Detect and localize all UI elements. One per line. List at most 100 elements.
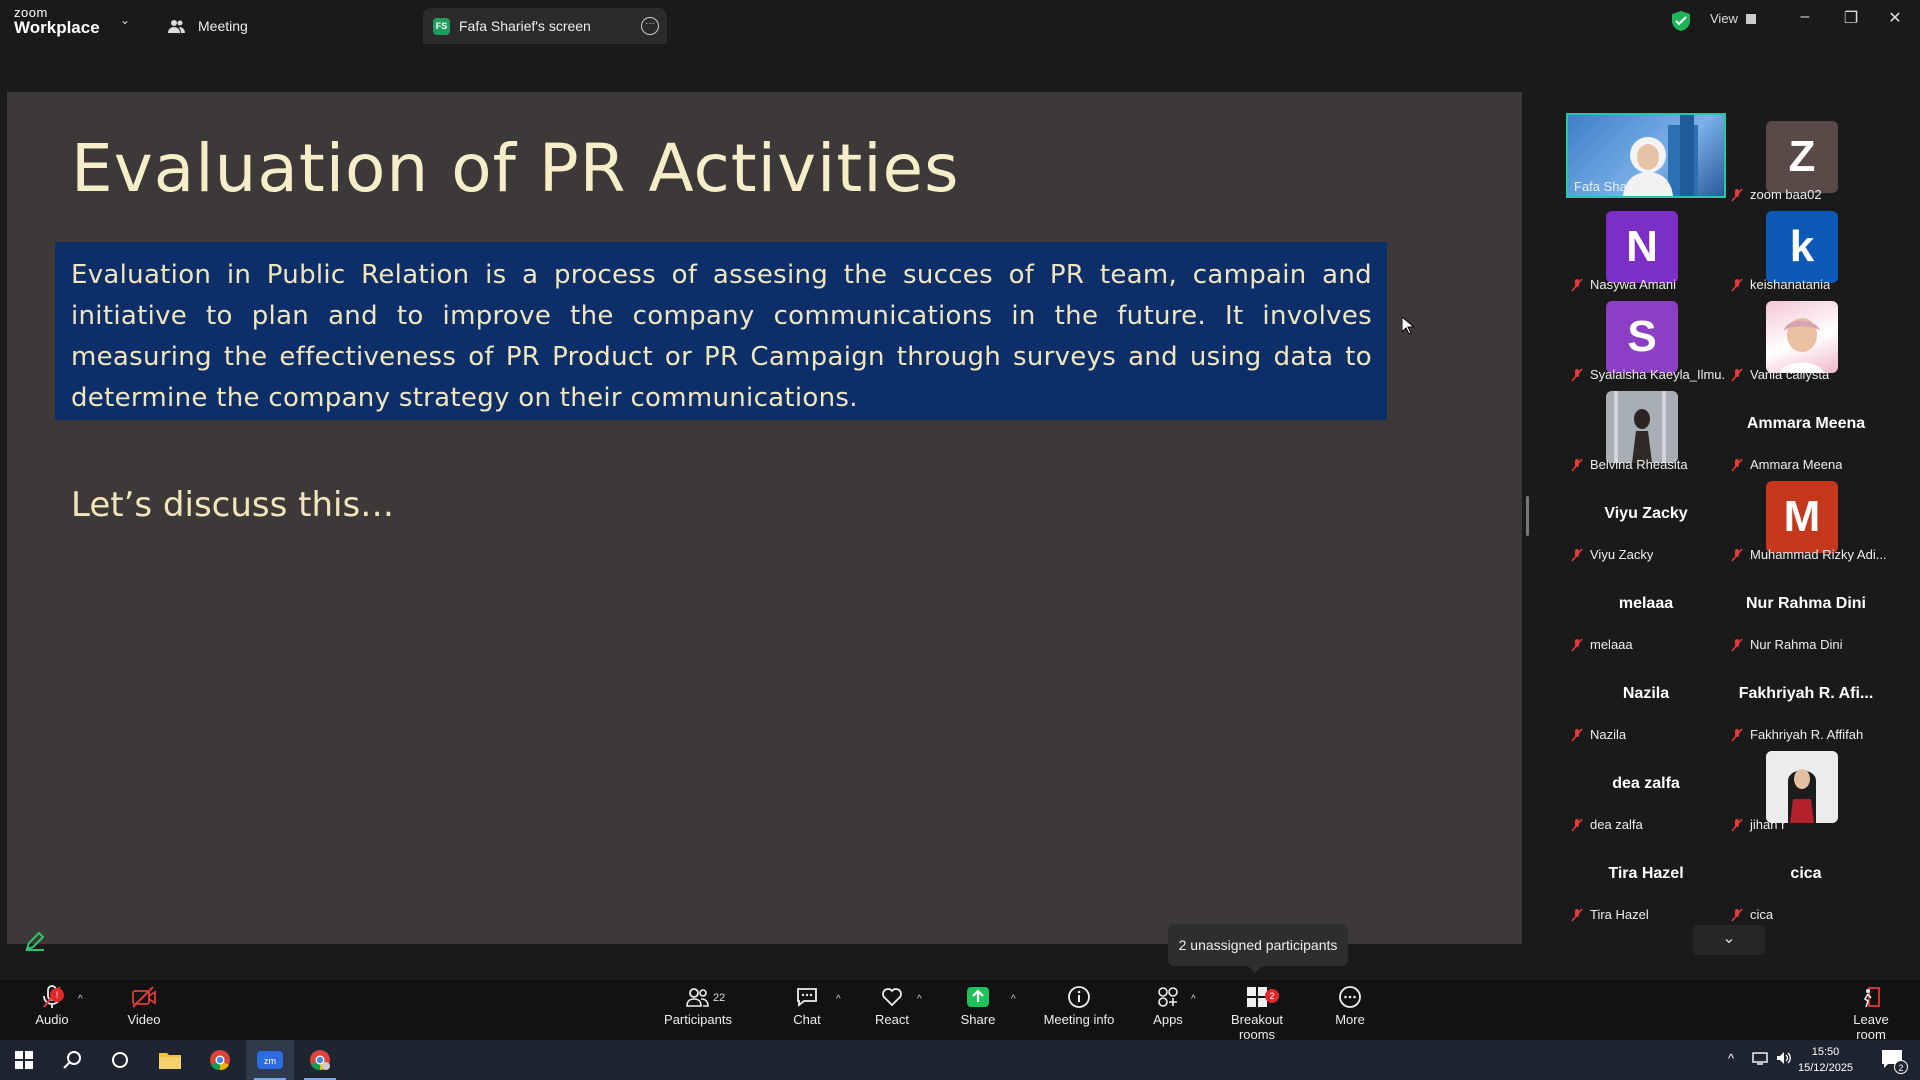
participant-tile[interactable]: Nazila Nazila	[1566, 653, 1726, 742]
participant-display-name: Viyu Zacky	[1604, 505, 1688, 522]
participant-tile[interactable]: N Nasywa Amani	[1566, 203, 1726, 292]
participant-tile[interactable]: Nur Rahma Dini Nur Rahma Dini	[1726, 563, 1886, 652]
participant-display-name: Tira Hazel	[1608, 865, 1684, 882]
annotate-pen-icon[interactable]	[24, 930, 46, 952]
tab-shared-screen[interactable]: FS Fafa Sharief's screen ···	[423, 8, 667, 44]
share-label: Share	[960, 1012, 996, 1027]
participant-tile[interactable]: M Muhammad Rizky Adi...	[1726, 473, 1886, 562]
participant-tile[interactable]: dea zalfa dea zalfa	[1566, 743, 1726, 832]
brand-bottom: Workplace	[14, 18, 100, 37]
participant-tile[interactable]: Fafa Sharief	[1566, 113, 1726, 198]
chat-icon	[797, 988, 817, 1007]
leave-room-label: Leave room	[1853, 1012, 1889, 1042]
more-options-icon[interactable]: ···	[641, 17, 659, 35]
mic-muted-icon	[1571, 547, 1583, 562]
react-button[interactable]: React	[872, 985, 912, 1027]
minimize-icon[interactable]: –	[1790, 8, 1820, 32]
participant-tile[interactable]: Fakhriyah R. Afi... Fakhriyah R. Affifah	[1726, 653, 1886, 742]
maximize-icon[interactable]: ❐	[1836, 8, 1866, 32]
avatar-photo	[1766, 751, 1838, 823]
taskbar-clock[interactable]: 15:50 15/12/2025	[1798, 1044, 1853, 1076]
participant-label: Nur Rahma Dini	[1730, 637, 1842, 652]
mic-muted-icon	[1731, 817, 1743, 832]
participant-tile[interactable]: Tira Hazel Tira Hazel	[1566, 833, 1726, 922]
mic-muted-icon	[1571, 727, 1583, 742]
slide-body-text: Evaluation in Public Relation is a proce…	[71, 260, 1372, 413]
slide-title: Evaluation of PR Activities	[71, 130, 960, 207]
share-screen-icon	[967, 987, 989, 1007]
mic-muted-icon	[1731, 637, 1743, 652]
volume-icon[interactable]	[1776, 1051, 1792, 1068]
participant-tile[interactable]: Belvina Rheasita	[1566, 383, 1726, 472]
react-label: React	[875, 1012, 909, 1027]
mic-muted-icon	[1571, 817, 1583, 832]
participant-display-name: Ammara Meena	[1746, 415, 1866, 432]
participant-tile[interactable]: Vania callysta	[1726, 293, 1886, 382]
participant-tile[interactable]: Ammara Meena Ammara Meena	[1726, 383, 1886, 472]
avatar: S	[1606, 301, 1678, 373]
participant-name: Nazila	[1590, 727, 1627, 742]
video-button[interactable]: Video	[126, 985, 162, 1027]
meeting-info-button[interactable]: Meeting info	[1042, 985, 1116, 1027]
chevron-down-icon[interactable]: ⌄	[120, 13, 130, 27]
apps-icon	[1158, 987, 1178, 1007]
participant-tile[interactable]: jihan r	[1726, 743, 1886, 832]
close-icon[interactable]: ✕	[1880, 8, 1910, 32]
tab-screen-label: Fafa Sharief's screen	[459, 18, 591, 34]
shield-check-icon[interactable]	[1672, 11, 1690, 31]
participant-tile[interactable]: melaaa melaaa	[1566, 563, 1726, 652]
participant-tile[interactable]: Viyu Zacky Viyu Zacky	[1566, 473, 1726, 562]
participant-label: Syalaisha Kaeyla_Ilmu...	[1570, 367, 1726, 382]
participant-tile[interactable]: S Syalaisha Kaeyla_Ilmu...	[1566, 293, 1726, 382]
participant-name: cica	[1750, 907, 1774, 922]
info-icon	[1068, 986, 1090, 1008]
more-button[interactable]: More	[1330, 985, 1370, 1027]
windows-taskbar: zm ^ 15:50 15/12/2025 2	[0, 1040, 1920, 1080]
chat-options-caret[interactable]: ^	[836, 994, 841, 1005]
task-view-icon[interactable]	[96, 1040, 144, 1080]
breakout-rooms-label: Breakout rooms	[1230, 1012, 1284, 1042]
avatar: Z	[1766, 121, 1838, 193]
audio-options-caret[interactable]: ^	[78, 994, 83, 1005]
windows-start-icon[interactable]	[0, 1040, 48, 1080]
share-button[interactable]: Share	[958, 985, 998, 1027]
zoom-taskbar-icon[interactable]: zm	[246, 1040, 294, 1080]
file-explorer-icon[interactable]	[146, 1040, 194, 1080]
participant-name: keishanatania	[1750, 277, 1831, 292]
participant-label: Belvina Rheasita	[1570, 457, 1688, 472]
share-options-caret[interactable]: ^	[1011, 994, 1016, 1005]
breakout-rooms-button[interactable]: Breakout rooms	[1214, 985, 1300, 1042]
participant-name: Tira Hazel	[1590, 907, 1649, 922]
participant-label: Muhammad Rizky Adi...	[1730, 547, 1886, 562]
tray-overflow-icon[interactable]: ^	[1728, 1051, 1734, 1066]
meeting-info-label: Meeting info	[1043, 1012, 1115, 1027]
participant-tile[interactable]: k keishanatania	[1726, 203, 1886, 292]
mic-muted-icon	[1571, 367, 1583, 382]
participant-name: Ammara Meena	[1750, 457, 1843, 472]
svg-text:zm: zm	[264, 1056, 276, 1066]
avatar: N	[1606, 211, 1678, 283]
participants-icon	[686, 988, 709, 1007]
network-icon[interactable]	[1752, 1051, 1768, 1068]
tab-meeting[interactable]: Meeting	[168, 8, 248, 44]
react-options-caret[interactable]: ^	[917, 994, 922, 1005]
participant-name: Belvina Rheasita	[1590, 457, 1688, 472]
leave-room-button[interactable]: Leave room	[1838, 985, 1904, 1042]
mic-muted-icon	[1731, 457, 1743, 472]
chrome-profile-icon[interactable]	[296, 1040, 344, 1080]
avatar-photo	[1766, 301, 1838, 373]
search-icon[interactable]	[48, 1040, 96, 1080]
view-button[interactable]: View	[1710, 11, 1756, 26]
participant-label: keishanatania	[1730, 277, 1830, 292]
participant-tile[interactable]: Z zoom baa02	[1726, 113, 1886, 202]
more-icon	[1339, 986, 1361, 1008]
panel-resize-handle[interactable]	[1526, 496, 1529, 536]
apps-button[interactable]: Apps	[1150, 985, 1186, 1027]
chat-button[interactable]: Chat	[790, 985, 824, 1027]
participant-tile[interactable]: cica cica	[1726, 833, 1886, 922]
participant-name: Nasywa Amani	[1590, 277, 1676, 292]
apps-options-caret[interactable]: ^	[1191, 994, 1196, 1005]
scroll-down-button[interactable]: ⌄	[1693, 925, 1765, 955]
chrome-icon[interactable]	[196, 1040, 244, 1080]
mic-muted-icon	[1731, 277, 1743, 292]
